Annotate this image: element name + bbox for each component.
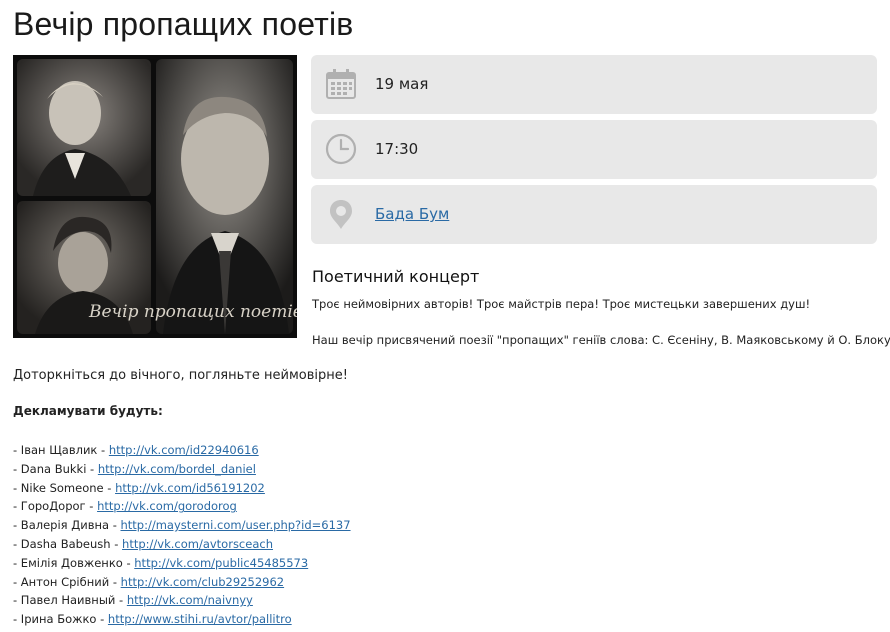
description-line-1: Троє неймовірних авторів! Троє майстрів … [312,297,811,311]
performer-item: - Dana Bukki - http://vk.com/bordel_dani… [13,460,351,479]
venue-box: Бада Бум [311,185,877,244]
performer-item: - Nike Someone - http://vk.com/id5619120… [13,479,351,498]
performer-item: - Dasha Babeush - http://vk.com/avtorsce… [13,535,351,554]
performer-name: - Dasha Babeush - [13,536,123,551]
performer-link[interactable]: http://vk.com/gorodorog [97,499,237,513]
performer-name: - Ірина Божко - [13,612,108,627]
performers-heading: Декламувати будуть: [13,404,163,418]
time-box: 17:30 [311,120,877,179]
event-time: 17:30 [375,140,419,158]
description-line-2: Наш вечір присвячений поезії "пропащих" … [312,333,890,347]
performer-name: - Іван Щавлик - [13,443,109,457]
performer-link[interactable]: http://vk.com/id56191202 [115,481,265,495]
venue-link[interactable]: Бада Бум [375,185,449,244]
clock-icon [325,133,357,165]
performer-link[interactable]: http://vk.com/bordel_daniel [98,462,256,476]
calendar-icon [326,69,356,99]
performer-name: - Валерія Дивна - [13,518,121,533]
performer-link[interactable]: http://vk.com/id22940616 [109,443,259,457]
performer-name: - Емілія Довженко - [13,555,135,570]
performer-item: - Іван Щавлик - http://vk.com/id22940616 [13,441,351,460]
event-title: Вечір пропащих поетів [13,6,354,42]
performer-link[interactable]: http://www.stihi.ru/avtor/pallitro [108,612,292,626]
poster-graphic: Вечір пропащих поетів [13,55,297,338]
performer-item: - Павел Наивный - http://vk.com/naivnyy [13,591,351,610]
performer-name: - Nike Someone - [13,480,116,495]
event-date: 19 мая [375,75,429,93]
performer-link[interactable]: http://vk.com/avtorsceach [122,537,273,551]
performers-list: - Іван Щавлик - http://vk.com/id22940616… [13,441,351,629]
poster-caption: Вечір пропащих поетів [88,302,297,322]
performer-link[interactable]: http://maysterni.com/user.php?id=6137 [121,518,351,532]
performer-link[interactable]: http://vk.com/naivnyy [127,593,253,607]
performer-name: - Павел Наивный - [13,593,127,608]
concert-title: Поетичний концерт [312,267,480,286]
performer-item: - Антон Срібний - http://vk.com/club2925… [13,573,351,592]
date-box: 19 мая [311,55,877,114]
performer-name: - Антон Срібний - [13,574,121,589]
performer-item: - Ірина Божко - http://www.stihi.ru/avto… [13,610,351,629]
event-poster-image: Вечір пропащих поетів [13,55,297,338]
performer-item: - ГороДорог - http://vk.com/gorodorog [13,497,351,516]
performer-item: - Валерія Дивна - http://maysterni.com/u… [13,516,351,535]
performer-item: - Емілія Довженко - http://vk.com/public… [13,554,351,573]
call-to-action: Доторкніться до вічного, погляньте неймо… [13,368,348,383]
performer-name: - Dana Bukki - [13,461,98,476]
performer-name: - ГороДорог - [13,499,98,514]
performer-link[interactable]: http://vk.com/club29252962 [121,575,284,589]
performer-link[interactable]: http://vk.com/public45485573 [134,556,308,570]
map-pin-icon [330,200,352,229]
